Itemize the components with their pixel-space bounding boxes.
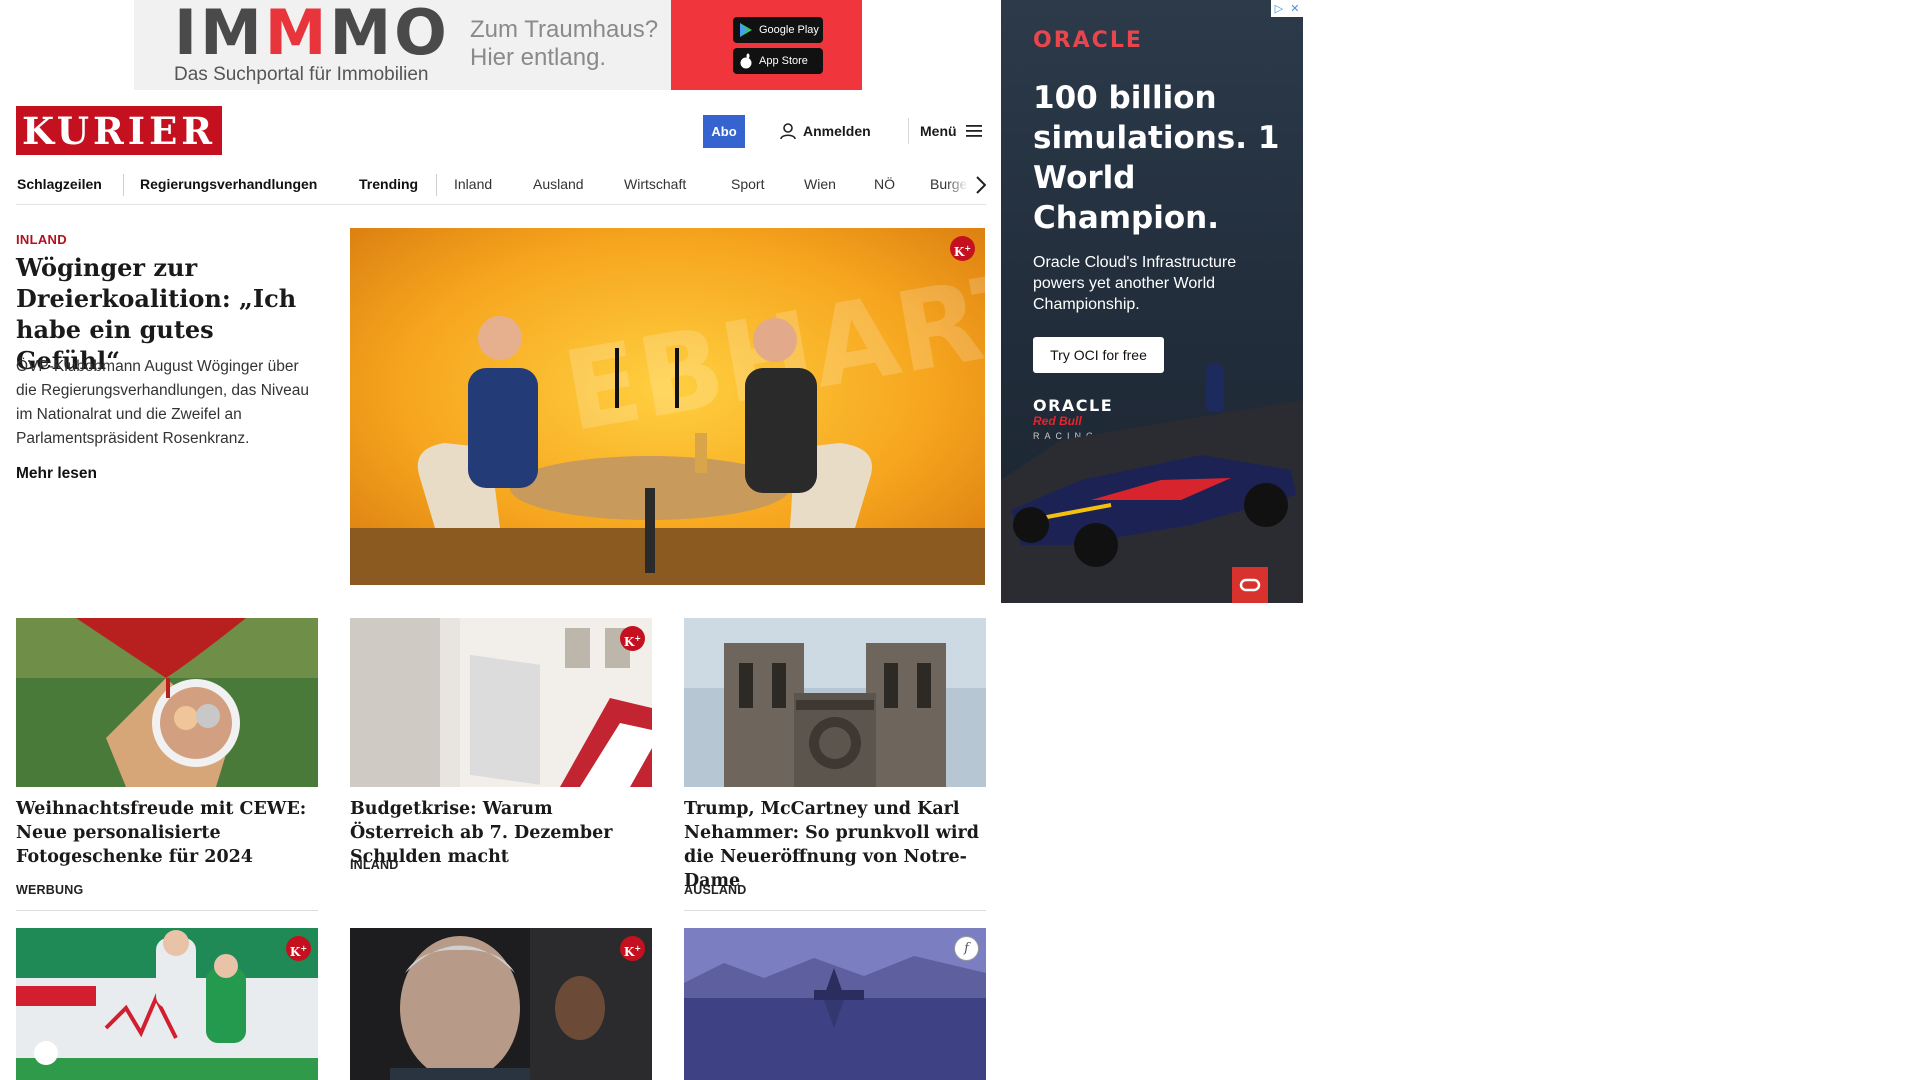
ad-choices[interactable]: ▷ ✕ <box>1271 0 1303 17</box>
article-category: AUSLAND <box>684 883 747 897</box>
login-button[interactable]: Anmelden <box>780 121 871 141</box>
oracle-o-icon <box>1239 578 1261 592</box>
menu-label: Menü <box>920 123 957 139</box>
nav-item-trending[interactable]: Trending <box>359 165 418 204</box>
top-ad-banner[interactable]: IMMMO Das Suchportal für Immobilien Zum … <box>134 0 862 90</box>
close-icon[interactable]: ✕ <box>1290 2 1299 15</box>
menu-button[interactable]: Menü <box>920 121 984 141</box>
ornament-photo <box>16 618 318 787</box>
nav-item-sport[interactable]: Sport <box>731 165 764 204</box>
kurier-plus-badge: K+ <box>620 626 645 651</box>
card-divider <box>684 910 986 911</box>
lead-category[interactable]: INLAND <box>16 232 67 247</box>
article-thumbnail[interactable] <box>684 618 986 787</box>
lake-photo <box>684 928 986 1080</box>
lead-teaser: ÖVP-Klubobmann August Wöginger über die … <box>16 358 309 447</box>
article-category: WERBUNG <box>16 883 84 897</box>
kurier-plus-badge: K+ <box>620 936 645 961</box>
interview-photo: EBHART <box>350 228 985 585</box>
google-play-button[interactable]: Google Play <box>733 17 823 43</box>
ministry-photo <box>350 618 652 787</box>
feature-badge: f <box>954 936 979 961</box>
article-title[interactable]: Weihnachtsfreude mit CEWE: Neue personal… <box>16 797 318 869</box>
ad-headline: 100 billion simulations. 1 World Champio… <box>1033 80 1280 236</box>
oracle-logo: ORACLE <box>1033 28 1143 53</box>
main-nav: Schlagzeilen Regierungsverhandlungen Tre… <box>16 165 986 205</box>
article-thumbnail[interactable] <box>16 618 318 787</box>
card-divider <box>16 910 318 911</box>
oracle-button[interactable] <box>1232 567 1268 603</box>
chevron-right-icon[interactable] <box>971 174 986 196</box>
article-thumbnail[interactable]: K+ <box>350 618 652 787</box>
article-category: INLAND <box>350 858 399 872</box>
apple-icon <box>740 53 752 69</box>
lead-image[interactable]: EBHART K+ <box>350 228 985 585</box>
google-play-icon <box>740 23 752 37</box>
nav-divider <box>123 174 124 196</box>
ad-info-icon[interactable]: ▷ <box>1275 2 1283 15</box>
article-thumbnail[interactable]: K+ <box>350 928 652 1080</box>
article-title[interactable]: Trump, McCartney und Karl Ne­hammer: So … <box>684 797 986 893</box>
kurier-logo[interactable]: KURIER <box>16 106 222 155</box>
nav-item-noe[interactable]: NÖ <box>874 165 895 204</box>
article-thumbnail[interactable]: f <box>684 928 986 1080</box>
football-photo <box>16 928 318 1080</box>
nav-divider <box>436 174 437 196</box>
immo-logo: IMMMO <box>174 0 450 69</box>
nav-item-schlagzeilen[interactable]: Schlagzeilen <box>17 165 102 204</box>
nav-item-wien[interactable]: Wien <box>804 165 836 204</box>
notre-dame-photo <box>684 618 986 787</box>
oracle-ad[interactable]: ▷ ✕ ORACLE 100 billion simulations. 1 Wo… <box>1001 0 1303 603</box>
nav-item-ausland[interactable]: Ausland <box>533 165 584 204</box>
kurier-plus-badge: K+ <box>286 936 311 961</box>
kurier-plus-badge: K+ <box>950 236 975 261</box>
hamburger-icon <box>965 125 982 137</box>
login-label: Anmelden <box>803 123 871 139</box>
app-store-button[interactable]: App Store <box>733 48 823 74</box>
nav-item-inland[interactable]: Inland <box>454 165 492 204</box>
article-thumbnail[interactable]: K+ <box>16 928 318 1080</box>
immo-store-area: Google Play App Store <box>671 0 862 90</box>
ad-body: Oracle Cloud's Infrastructure powers yet… <box>1033 254 1237 313</box>
immo-tagline: Das Suchportal für Immobilien <box>174 64 429 85</box>
nav-item-regierungsverhandlungen[interactable]: Regierungsverhandlungen <box>140 165 317 204</box>
read-more-link[interactable]: Mehr lesen <box>16 465 97 483</box>
user-icon <box>780 122 796 139</box>
abo-button[interactable]: Abo <box>703 115 745 148</box>
header-divider <box>908 118 909 144</box>
immo-claim: Zum Traumhaus? Hier entlang. <box>470 16 659 71</box>
portrait-photo <box>350 928 652 1080</box>
nav-item-wirtschaft[interactable]: Wirtschaft <box>624 165 686 204</box>
